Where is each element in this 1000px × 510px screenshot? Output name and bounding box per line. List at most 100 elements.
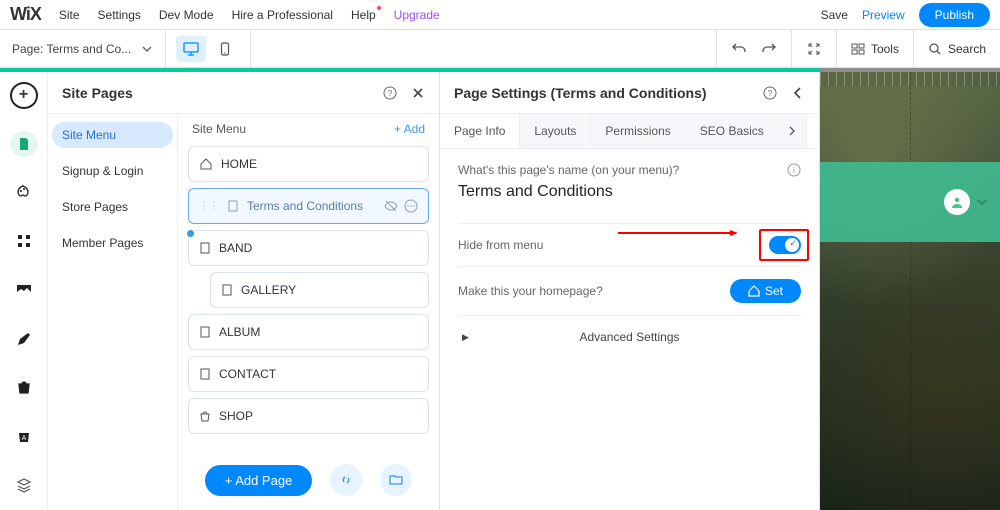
nav-site-menu[interactable]: Site Menu (52, 122, 173, 148)
wix-logo[interactable]: WiX (10, 4, 41, 25)
menu-help[interactable]: Help (351, 8, 376, 22)
page-row-shop[interactable]: SHOP (188, 398, 429, 434)
menu-hire[interactable]: Hire a Professional (232, 8, 333, 22)
svg-text:i: i (793, 166, 795, 175)
nav-signup-login[interactable]: Signup & Login (52, 158, 173, 184)
nav-store-pages[interactable]: Store Pages (52, 194, 173, 220)
rail-store-button[interactable] (10, 374, 38, 401)
menu-devmode[interactable]: Dev Mode (159, 8, 214, 22)
more-icon[interactable] (404, 199, 418, 213)
rail-add-button[interactable]: + (10, 82, 38, 109)
close-icon[interactable] (411, 86, 425, 100)
tab-layouts[interactable]: Layouts (520, 114, 591, 148)
page-row-band[interactable]: BAND (188, 230, 429, 266)
back-icon[interactable] (791, 86, 805, 100)
tab-page-info[interactable]: Page Info (440, 114, 520, 148)
mobile-view-button[interactable] (210, 36, 240, 62)
page-settings-panel: Page Settings (Terms and Conditions) ? P… (440, 72, 820, 510)
bag-icon (16, 379, 32, 395)
page-row-album[interactable]: ALBUM (188, 314, 429, 350)
drag-handle-icon[interactable]: ⋮⋮ (199, 201, 219, 212)
save-button[interactable]: Save (821, 8, 848, 22)
panel-nav: Site Menu Signup & Login Store Pages Mem… (48, 114, 178, 510)
add-page-link[interactable]: + Add (394, 122, 425, 136)
svg-text:A: A (21, 435, 26, 442)
hide-from-menu-toggle[interactable] (769, 236, 801, 254)
publish-button[interactable]: Publish (919, 3, 990, 27)
annotation-arrow-icon (618, 230, 738, 236)
layers-icon (16, 477, 32, 493)
rail-theme-button[interactable] (10, 179, 38, 206)
image-icon (16, 282, 32, 298)
nav-member-pages[interactable]: Member Pages (52, 230, 173, 256)
homepage-row: Make this your homepage? Set (458, 266, 801, 315)
page-icon (199, 368, 211, 380)
rail-apps-button[interactable] (10, 228, 38, 255)
page-row-contact[interactable]: CONTACT (188, 356, 429, 392)
rail-bookings-button[interactable]: A (10, 423, 38, 450)
page-icon (221, 284, 233, 296)
page-icon (17, 137, 31, 151)
guide-line-icon (910, 72, 911, 510)
home-icon (748, 285, 760, 297)
pen-icon (16, 331, 32, 347)
collapse-icon[interactable] (806, 41, 822, 57)
triangle-right-icon: ▶ (462, 332, 469, 343)
rail-blog-button[interactable] (10, 325, 38, 352)
link-icon (339, 473, 353, 487)
folder-icon (389, 473, 403, 487)
desktop-view-button[interactable] (176, 36, 206, 62)
help-icon[interactable]: ? (383, 86, 397, 100)
chevron-right-icon (786, 125, 798, 137)
tools-icon (851, 42, 865, 56)
settings-tabs: Page Info Layouts Permissions SEO Basics (440, 114, 819, 149)
svg-text:?: ? (388, 89, 393, 98)
canvas-header-strip[interactable] (820, 162, 1000, 242)
tab-permissions[interactable]: Permissions (591, 114, 685, 148)
user-icon (950, 195, 964, 209)
left-rail: + A (0, 72, 48, 510)
search-button[interactable]: Search (913, 30, 1000, 67)
list-title: Site Menu (192, 122, 246, 136)
rail-pages-button[interactable] (10, 131, 38, 158)
add-page-button[interactable]: + Add Page (205, 465, 313, 496)
chevron-down-icon[interactable] (976, 196, 988, 208)
set-homepage-button[interactable]: Set (730, 279, 801, 303)
rail-layers-button[interactable] (10, 471, 38, 498)
hide-from-menu-row: Hide from menu (458, 223, 801, 266)
page-name-value[interactable]: Terms and Conditions (458, 183, 801, 201)
page-selector[interactable]: Page: Terms and Co... (0, 30, 166, 67)
editor-canvas[interactable] (820, 72, 1000, 510)
tab-seo[interactable]: SEO Basics (686, 114, 779, 148)
paint-icon (16, 185, 32, 201)
menu-settings[interactable]: Settings (98, 8, 141, 22)
bag-a-icon: A (16, 428, 32, 444)
redo-icon[interactable] (761, 41, 777, 57)
desktop-icon (183, 41, 199, 57)
page-row-gallery[interactable]: GALLERY (210, 272, 429, 308)
menu-site[interactable]: Site (59, 8, 80, 22)
page-row-home[interactable]: HOME (188, 146, 429, 182)
tools-button[interactable]: Tools (836, 30, 913, 67)
folder-button[interactable] (380, 464, 412, 496)
undo-icon[interactable] (731, 41, 747, 57)
advanced-settings-toggle[interactable]: ▶ Advanced Settings (458, 315, 801, 358)
page-icon (199, 326, 211, 338)
avatar-icon[interactable] (944, 189, 970, 215)
page-icon (199, 242, 211, 254)
site-pages-panel: Site Pages ? Site Menu Signup & Login St… (48, 72, 440, 510)
page-row-terms[interactable]: ⋮⋮ Terms and Conditions (188, 188, 429, 224)
top-menu-bar: WiX Site Settings Dev Mode Hire a Profes… (0, 0, 1000, 30)
info-icon[interactable]: i (787, 163, 801, 177)
grid-icon (16, 233, 32, 249)
notification-dot-icon (377, 6, 381, 10)
editor-toolbar: Page: Terms and Co... Tools Search (0, 30, 1000, 68)
hidden-icon[interactable] (384, 199, 398, 213)
panel-title: Site Pages (62, 85, 133, 101)
menu-upgrade[interactable]: Upgrade (394, 8, 440, 22)
tab-next[interactable] (779, 114, 807, 148)
link-page-button[interactable] (330, 464, 362, 496)
help-icon[interactable]: ? (763, 86, 777, 100)
preview-button[interactable]: Preview (862, 8, 905, 22)
rail-media-button[interactable] (10, 277, 38, 304)
